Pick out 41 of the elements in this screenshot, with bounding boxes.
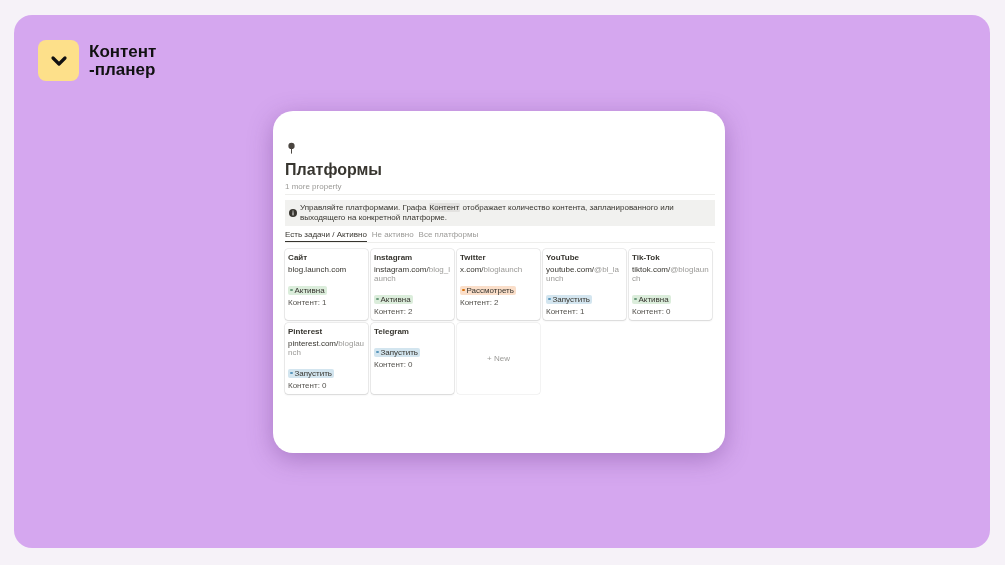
status-tag: Запустить	[546, 294, 592, 304]
logo-icon	[38, 40, 79, 81]
platform-card[interactable]: Сайт blog.launch.com Активна Контент: 1	[285, 249, 368, 321]
page-title: Платформы	[285, 160, 383, 179]
content-count: Контент: 0	[288, 381, 327, 391]
platform-url[interactable]: x.com/bloglaunch	[460, 265, 523, 275]
pin-icon	[288, 140, 295, 155]
status-tag: Активна	[374, 294, 413, 304]
content-count: Контент: 0	[374, 360, 413, 370]
platform-url[interactable]: tiktok.com/@bloglaunch	[632, 265, 709, 284]
platform-url[interactable]: pinterest.com/bloglaunch	[288, 339, 365, 358]
platform-card[interactable]: Tik-Tok tiktok.com/@bloglaunch Активна Контент: 0	[629, 249, 712, 321]
card-title: Telegram	[374, 327, 409, 337]
platform-url[interactable]: youtube.com/@bl_launch	[546, 265, 623, 284]
card-title: Tik-Tok	[632, 253, 660, 263]
view-tab[interactable]: Есть задачи / Активно	[285, 228, 367, 243]
content-count: Контент: 1	[546, 307, 585, 317]
brand-name: Контент -планер	[89, 42, 157, 79]
callout-text: Управляйте платформами. Графа Контент отображает количество контента, запланированного или выходящего на конкретной платформе.	[300, 202, 675, 224]
platform-card[interactable]: Instagram instagram.com/blog_launch Активна Контент: 2	[371, 249, 454, 321]
platform-card[interactable]: Twitter x.com/bloglaunch Рассмотреть Контент: 2	[457, 249, 540, 321]
card-title: Instagram	[374, 253, 413, 263]
content-count: Контент: 2	[374, 307, 413, 317]
card-title: Сайт	[288, 253, 308, 263]
platform-card[interactable]: YouTube youtube.com/@bl_launch Запустить Контент: 1	[543, 249, 626, 321]
status-tag: Рассмотреть	[460, 285, 516, 295]
platform-card[interactable]: Pinterest pinterest.com/bloglaunch Запустить Контент: 0	[285, 323, 368, 395]
platform-url[interactable]: blog.launch.com	[288, 265, 347, 275]
content-count: Контент: 2	[460, 298, 499, 308]
status-tag: Активна	[288, 285, 327, 295]
card-title: YouTube	[546, 253, 580, 263]
card-title: Twitter	[460, 253, 486, 263]
platform-card[interactable]: Telegram Запустить Контент: 0	[371, 323, 454, 395]
content-count: Контент: 1	[288, 298, 327, 308]
status-tag: Запустить	[374, 347, 420, 357]
content-count: Контент: 0	[632, 307, 671, 317]
info-icon	[289, 208, 297, 217]
platform-url[interactable]: instagram.com/blog_launch	[374, 265, 451, 284]
status-tag: Активна	[632, 294, 671, 304]
card-title: Pinterest	[288, 327, 323, 337]
status-tag: Запустить	[288, 368, 334, 378]
